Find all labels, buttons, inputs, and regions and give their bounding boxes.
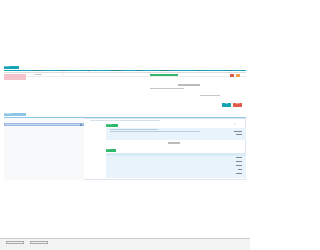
item-right-mark — [236, 173, 242, 174]
items-panel — [106, 155, 246, 178]
status-swatch-orange — [236, 74, 240, 77]
save-button[interactable]: Save — [222, 103, 231, 107]
table-cell — [148, 77, 182, 80]
total-box[interactable]: Total — [168, 142, 180, 145]
table-cell — [50, 77, 76, 80]
item-right-mark — [238, 169, 242, 170]
table-row[interactable] — [4, 77, 246, 80]
top-table: Document date Number Type Settlement met… — [4, 70, 246, 80]
unit-details-box[interactable]: Unit details — [178, 84, 200, 87]
cancel-button[interactable]: Cancel — [233, 103, 242, 107]
table-cell — [102, 77, 130, 80]
info-right-mark — [234, 131, 242, 132]
search-bar[interactable] — [4, 123, 84, 126]
taskbar-item[interactable] — [6, 241, 24, 244]
row-highlight — [4, 77, 26, 80]
status-swatch-red — [230, 74, 234, 77]
table-cell — [214, 77, 246, 80]
search-icon[interactable] — [80, 123, 82, 126]
clock — [226, 241, 244, 244]
info-line — [110, 129, 158, 130]
item-right-mark — [236, 161, 242, 162]
info-line — [150, 131, 200, 132]
status-bar-green — [150, 74, 178, 76]
bottom-section-tag[interactable]: Details list — [4, 113, 26, 116]
item-right-mark — [236, 157, 242, 158]
taskbar — [0, 238, 250, 250]
table-cell — [130, 77, 148, 80]
summary-line — [200, 95, 220, 96]
item-right-mark — [236, 165, 242, 166]
table-cell — [76, 77, 102, 80]
top-right-note — [198, 67, 242, 69]
summary-line — [150, 88, 184, 89]
taskbar-item[interactable] — [30, 241, 48, 244]
left-pane — [4, 118, 84, 180]
info-right-mark — [236, 134, 242, 135]
top-info-line — [90, 119, 160, 121]
table-cell — [182, 77, 214, 80]
table-cell — [26, 77, 50, 80]
info-line — [110, 131, 150, 132]
